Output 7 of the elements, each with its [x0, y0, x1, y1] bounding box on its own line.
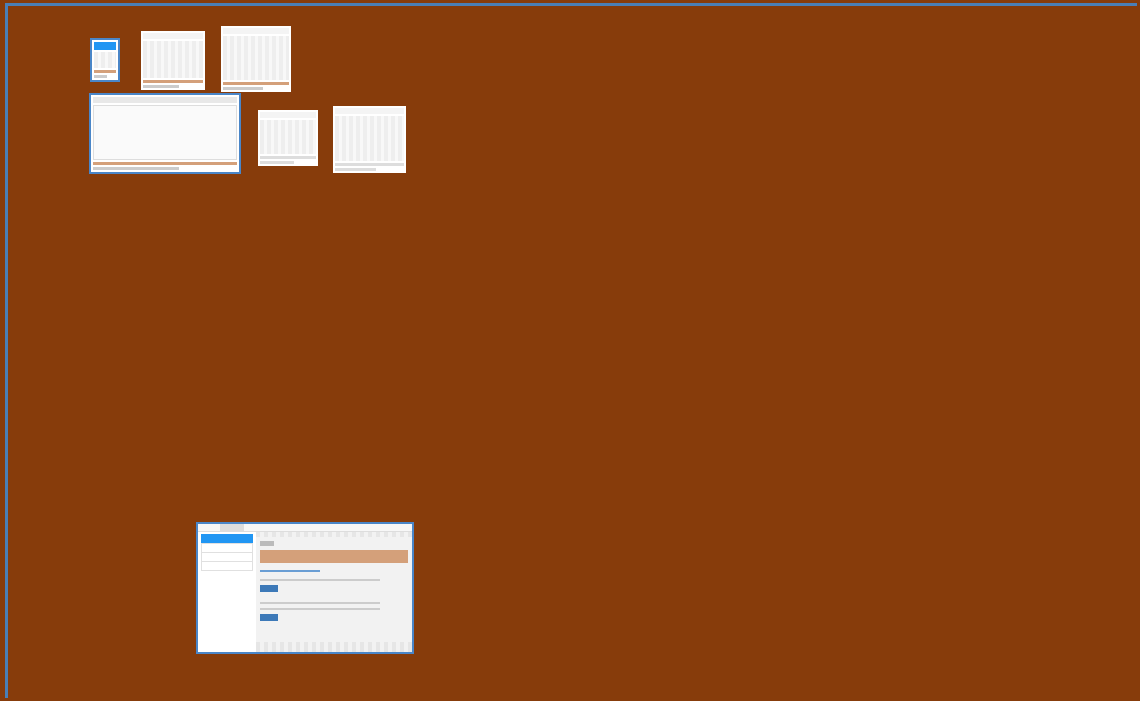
screenshot-thumbnail[interactable]: [141, 31, 205, 90]
screenshot-thumbnail[interactable]: [196, 522, 414, 654]
screenshot-thumbnail[interactable]: [258, 110, 318, 166]
screenshot-thumbnail[interactable]: [333, 106, 406, 173]
screenshot-thumbnail[interactable]: [221, 26, 291, 92]
screenshot-thumbnail[interactable]: [90, 38, 120, 82]
screenshot-thumbnail[interactable]: [89, 93, 241, 174]
